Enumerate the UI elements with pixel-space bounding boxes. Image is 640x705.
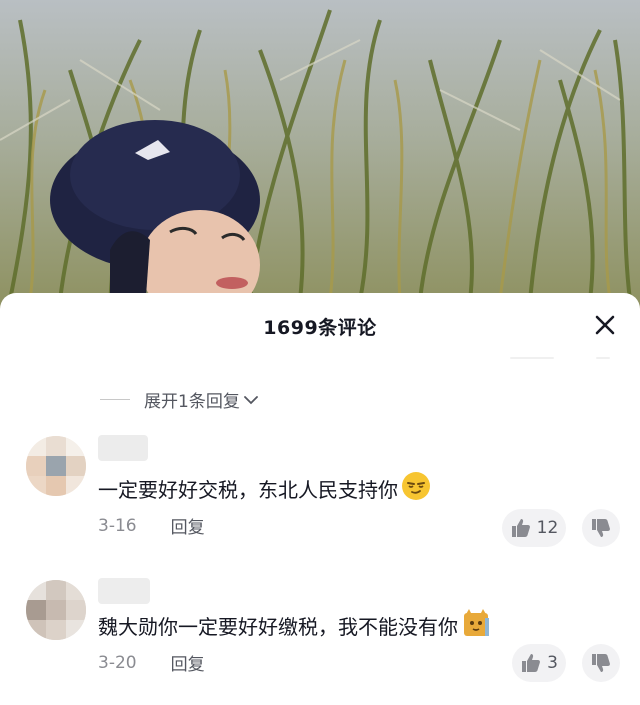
comment-item: 魏大勋你一定要好好缴税，我不能没有你 3-20 回复 3 bbox=[0, 578, 640, 698]
dislike-button[interactable] bbox=[582, 644, 620, 682]
comment-date: 3-16 bbox=[98, 515, 137, 536]
video-frame bbox=[0, 0, 640, 310]
like-button[interactable]: 12 bbox=[502, 509, 566, 547]
comment-meta: 3-20 回复 bbox=[98, 650, 205, 676]
thumbs-down-icon bbox=[592, 519, 610, 537]
avatar[interactable] bbox=[26, 580, 86, 640]
username[interactable] bbox=[98, 578, 150, 604]
comment-date: 3-20 bbox=[98, 652, 137, 673]
like-count: 3 bbox=[547, 653, 558, 673]
comment-item: 一定要好好交税，东北人民支持你 3-16 回复 12 bbox=[0, 433, 640, 553]
reply-button[interactable]: 回复 bbox=[171, 513, 205, 538]
comment-text: 魏大勋你一定要好好缴税，我不能没有你 bbox=[98, 608, 491, 643]
thumbs-up-icon bbox=[511, 519, 530, 537]
chevron-down-icon bbox=[243, 395, 258, 404]
thumbs-down-icon bbox=[592, 654, 610, 672]
avatar-image bbox=[26, 436, 86, 496]
username[interactable] bbox=[98, 435, 148, 461]
expand-replies-button[interactable]: 展开1条回复 bbox=[100, 387, 260, 412]
dislike-button[interactable] bbox=[582, 509, 620, 547]
like-count: 12 bbox=[536, 518, 559, 538]
video-frame-image bbox=[0, 9, 632, 310]
expand-divider bbox=[100, 399, 130, 400]
comment-body: 魏大勋你一定要好好缴税，我不能没有你 bbox=[98, 615, 458, 639]
comment-sheet: 1699条评论 展开1条回复 一定要好好交税，东北人民支持你 3-16 回复 1… bbox=[0, 293, 640, 705]
divider bbox=[510, 357, 554, 359]
comment-body: 一定要好好交税，东北人民支持你 bbox=[98, 478, 398, 502]
avatar[interactable] bbox=[26, 436, 86, 496]
like-button[interactable]: 3 bbox=[512, 644, 566, 682]
comment-count-title: 1699条评论 bbox=[263, 317, 377, 339]
cat-emoji-icon bbox=[461, 608, 491, 643]
avatar-image bbox=[26, 580, 86, 640]
reply-button[interactable]: 回复 bbox=[171, 650, 205, 675]
divider bbox=[596, 357, 610, 359]
close-icon bbox=[595, 315, 615, 335]
thumbs-up-icon bbox=[522, 654, 541, 672]
comment-text: 一定要好好交税，东北人民支持你 bbox=[98, 471, 431, 506]
close-button[interactable] bbox=[592, 312, 618, 338]
expand-replies-label: 展开1条回复 bbox=[144, 392, 240, 412]
comment-meta: 3-16 回复 bbox=[98, 513, 205, 539]
smirk-emoji-icon bbox=[401, 471, 431, 506]
